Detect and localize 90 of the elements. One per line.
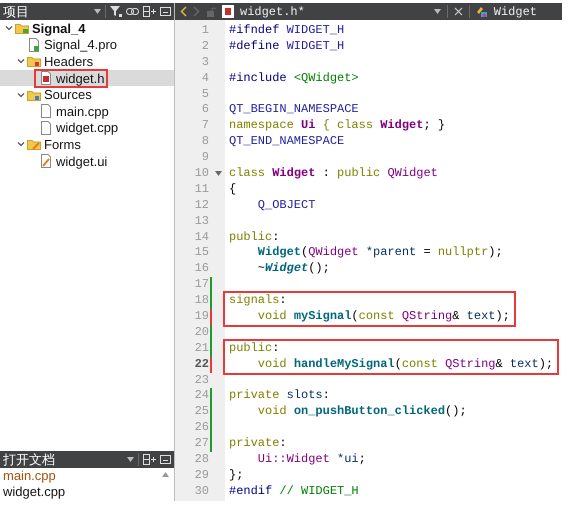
panel-title: 项目 [3,2,30,20]
line-number: 14 [194,230,209,246]
tree-item[interactable]: widget.ui [0,152,174,170]
tree-item[interactable]: widget.h [0,70,174,86]
line-number: 22 [194,356,209,373]
line-number: 2 [200,38,209,55]
code-line: signals: [228,293,288,310]
code-line: Ui::Widget *ui; [256,452,367,468]
code-line: void handleMySignal(const QString& text); [256,356,554,373]
line-number: 23 [194,372,209,388]
code-line: void on_pushButton_clicked(); [256,404,468,420]
code-line: #include <QWidget> [228,70,360,87]
tree-item[interactable]: main.cpp [0,102,174,120]
filter-icon[interactable] [110,6,122,17]
tree-item[interactable]: Sources [0,86,174,103]
code-line: public: [228,230,280,246]
tree-item[interactable]: Forms [0,136,174,153]
line-number: 20 [194,324,209,341]
line-number: 15 [194,245,209,262]
tree-item[interactable]: Headers [0,53,174,70]
line-number: 12 [194,198,209,214]
code-line: }; [228,468,244,484]
code-line: QT_BEGIN_NAMESPACE [228,102,360,118]
line-number: 30 [194,484,209,500]
line-number: 18 [194,293,209,310]
line-number: 7 [200,118,209,134]
fold-arrow-icon[interactable] [215,171,222,176]
line-number: 6 [200,102,209,118]
line-number: 8 [200,134,209,150]
line-number: 11 [194,182,209,198]
line-number: 5 [200,86,209,102]
line-number: 3 [200,54,209,71]
class-icon [476,6,488,18]
line-number: 28 [194,452,209,468]
folder-icon [15,21,29,36]
close-icon[interactable] [454,7,463,16]
tree-item[interactable]: Signal_4.pro [0,36,174,54]
line-number: 13 [194,214,209,230]
code-line: Widget(QWidget *parent = nullptr); [256,245,504,262]
tree-item[interactable]: widget.cpp [0,120,174,136]
code-line: #define WIDGET_H [228,38,346,55]
line-number: 17 [194,277,209,294]
line-number: 4 [200,70,209,87]
file-icon [39,104,53,118]
line-number: 26 [194,420,209,436]
line-number: 25 [194,404,209,420]
file-icon [222,5,234,18]
line-number: 19 [194,309,209,325]
minimize-icon[interactable] [160,7,171,16]
minimize-icon[interactable] [160,455,171,464]
dropdown-caret-icon[interactable] [127,457,134,462]
document-item[interactable]: main.cpp [0,468,174,484]
dropdown-caret-icon[interactable] [94,9,101,14]
file-icon [39,154,53,168]
code-line: public: [228,340,280,357]
line-number: 29 [194,468,209,484]
code-line: class Widget : public QWidget [228,166,439,182]
code-line: { [228,182,238,198]
code-line: #ifndef WIDGET_H [228,23,346,39]
lock-icon [206,6,216,16]
code-line: #endif // WIDGET_H [228,484,360,500]
line-number: 9 [200,150,209,166]
folder-icon [27,137,41,152]
folder-icon [27,54,41,68]
code-line: QT_END_NAMESPACE [228,134,346,150]
line-number: 10 [194,166,209,182]
split-icon[interactable] [143,6,156,17]
line-number: 27 [194,436,209,452]
dropdown-caret-icon[interactable] [434,9,441,14]
code-line: Q_OBJECT [256,198,316,214]
tree-item[interactable]: Signal_4 [0,20,174,37]
code-line: private slots: [228,388,331,404]
code-line: namespace Ui { class Widget; } [228,118,446,134]
link-icon[interactable] [126,7,139,16]
line-number: 21 [194,340,209,357]
scroll-up-icon[interactable] [162,472,169,477]
document-item[interactable]: widget.cpp [0,484,174,500]
file-tab-label[interactable]: widget.h* [240,4,428,18]
line-number: 24 [194,388,209,404]
file-icon [27,38,41,52]
panel-title: 打开文档 [3,450,56,468]
line-number: 16 [194,261,209,278]
split-icon[interactable] [143,454,156,465]
file-icon [39,71,53,86]
line-number: 1 [200,23,209,39]
code-line: ~Widget(); [256,261,331,278]
code-line: void mySignal(const QString& text); [256,309,510,325]
code-line: private: [228,436,288,452]
file-icon [39,120,53,135]
class-selector[interactable]: Widget [494,4,557,18]
